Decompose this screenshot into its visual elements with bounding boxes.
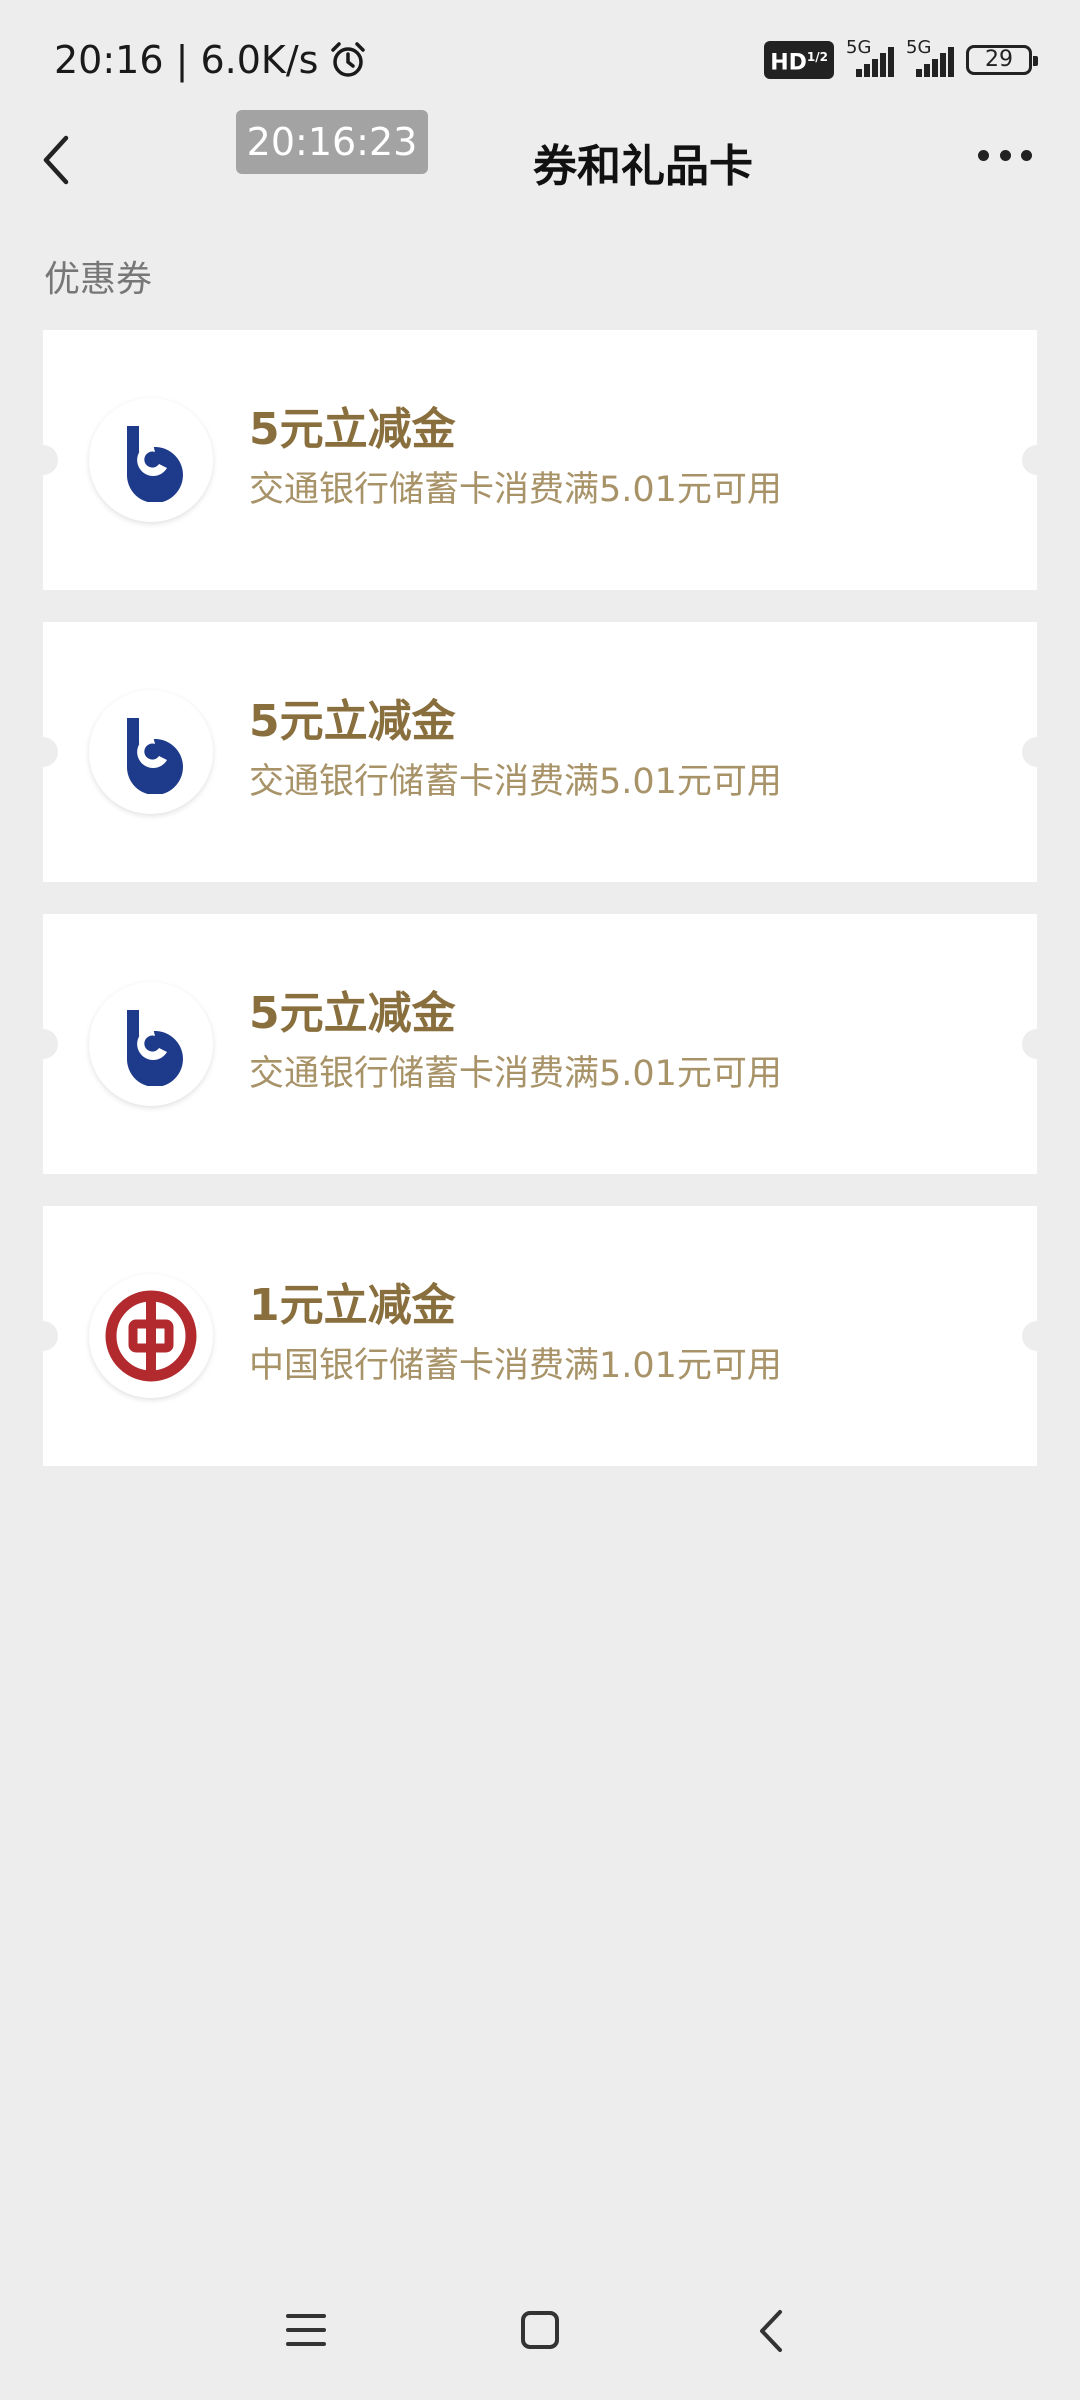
coupon-card[interactable]: 5元立减金 交通银行储蓄卡消费满5.01元可用	[28, 330, 1052, 590]
coupon-text: 5元立减金 交通银行储蓄卡消费满5.01元可用	[249, 692, 782, 806]
coupon-description: 交通银行储蓄卡消费满5.01元可用	[249, 1054, 782, 1094]
coupon-title: 5元立减金	[249, 404, 456, 455]
status-right: HD1/2 5G 5G 29	[764, 37, 1038, 80]
bocom-icon	[127, 1010, 183, 1086]
alarm-icon	[331, 42, 366, 77]
status-time: 20:16	[54, 38, 164, 82]
bank-of-communications-logo	[89, 398, 213, 522]
coupon-card[interactable]: 1元立减金 中国银行储蓄卡消费满1.01元可用	[28, 1206, 1052, 1466]
dot-icon	[978, 150, 989, 161]
coupon-description: 交通银行储蓄卡消费满5.01元可用	[249, 762, 782, 802]
back-icon[interactable]	[756, 2308, 786, 2354]
signal-strength-icon-2: 5G	[906, 37, 954, 77]
more-options-button[interactable]	[978, 150, 1032, 164]
bank-of-communications-logo	[89, 690, 213, 814]
hd-badge: HD1/2	[764, 40, 834, 80]
coupon-list: 5元立减金 交通银行储蓄卡消费满5.01元可用 5元立减金 交通银行储蓄卡消费满…	[28, 330, 1052, 1498]
nav-bar: 券和礼品卡 20:16:23	[0, 110, 1080, 200]
home-icon[interactable]	[520, 2310, 560, 2350]
status-separator: |	[163, 38, 201, 82]
battery-level: 29	[985, 46, 1013, 72]
status-bar: 20:16 | 6.0K/s HD1/2 5G 5G 29	[0, 0, 1080, 120]
network-speed: 6.0K/s	[200, 38, 319, 82]
coupon-card[interactable]: 5元立减金 交通银行储蓄卡消费满5.01元可用	[28, 914, 1052, 1174]
dot-icon	[999, 150, 1011, 161]
section-label: 优惠券	[44, 259, 153, 300]
coupon-title: 1元立减金	[249, 1280, 456, 1331]
coupon-text: 5元立减金 交通银行储蓄卡消费满5.01元可用	[249, 984, 782, 1098]
page-title: 券和礼品卡	[533, 141, 753, 192]
bocom-icon	[127, 426, 183, 502]
bocom-icon	[127, 718, 183, 794]
dot-icon	[1021, 150, 1032, 161]
time-overlay: 20:16:23	[236, 110, 428, 174]
coupon-description: 交通银行储蓄卡消费满5.01元可用	[249, 470, 782, 510]
status-left: 20:16 | 6.0K/s	[54, 38, 368, 82]
coupon-text: 5元立减金 交通银行储蓄卡消费满5.01元可用	[249, 400, 782, 514]
system-navigation-bar	[0, 2280, 1080, 2390]
signal-strength-icon-1: 5G	[846, 37, 894, 77]
coupon-text: 1元立减金 中国银行储蓄卡消费满1.01元可用	[249, 1276, 782, 1390]
boc-icon	[105, 1290, 197, 1382]
coupon-card[interactable]: 5元立减金 交通银行储蓄卡消费满5.01元可用	[28, 622, 1052, 882]
battery-icon: 29	[966, 44, 1038, 75]
menu-icon[interactable]	[286, 2310, 326, 2350]
coupon-description: 中国银行储蓄卡消费满1.01元可用	[249, 1346, 782, 1386]
coupon-title: 5元立减金	[249, 696, 456, 747]
coupon-title: 5元立减金	[249, 988, 456, 1039]
bank-of-communications-logo	[89, 982, 213, 1106]
bank-of-china-logo	[89, 1274, 213, 1398]
